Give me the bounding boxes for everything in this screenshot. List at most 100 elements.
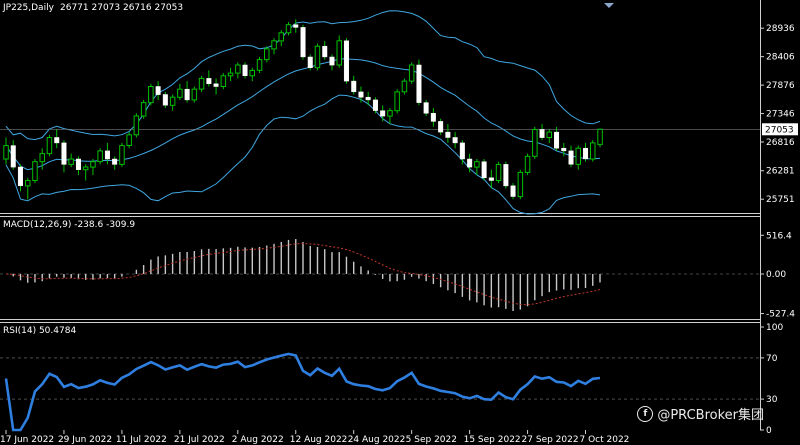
candle-body: [177, 88, 183, 98]
candle-body: [358, 91, 364, 98]
candle-body: [568, 150, 574, 165]
candle-body: [452, 137, 458, 144]
macd-y-tick-label: 0.00: [766, 270, 786, 280]
rsi-line: [4, 352, 601, 432]
candle-body: [430, 113, 436, 122]
candle-body: [3, 145, 9, 160]
bollinger-middle-band: [5, 58, 601, 171]
candle-body: [126, 134, 132, 147]
macd-y-tick-label: 516.4: [766, 231, 792, 241]
candle-body: [293, 24, 299, 28]
candle-body: [561, 147, 567, 152]
candle-body: [322, 45, 328, 58]
price-y-tick-label: 26281: [766, 167, 795, 177]
candle-body: [394, 91, 400, 112]
candle-body: [416, 64, 422, 103]
candle-body: [140, 102, 147, 117]
candle-body: [488, 177, 494, 181]
price-panel: [0, 10, 760, 215]
watermark-text: @PRCBroker集团: [657, 408, 764, 423]
candle-body: [474, 161, 480, 168]
candle-body: [590, 142, 596, 160]
rsi-panel-title: RSI(14) 50.4784: [3, 326, 76, 336]
candle-body: [517, 171, 524, 198]
rsi-y-tick-label: 100: [766, 323, 783, 333]
current-price-tag-label: 27053: [765, 125, 794, 135]
candle-body: [162, 94, 168, 106]
candle-body: [82, 166, 89, 171]
candle-body: [408, 64, 415, 82]
candle-body: [445, 131, 451, 138]
candle-body: [343, 40, 349, 82]
price-panel-title: JP225,Daily: [2, 3, 55, 13]
candle-body: [68, 158, 74, 165]
price-panel-ohlc: 26771 27073 26716 27053: [60, 3, 183, 13]
candle-body: [104, 150, 110, 160]
macd-y-tick-label: -527.4: [766, 310, 795, 320]
candle-body: [307, 56, 313, 68]
rsi-y-tick-label: 70: [766, 354, 778, 364]
x-axis-tick-label: 15 Sep 2022: [464, 435, 521, 445]
macd-panel: [0, 239, 760, 312]
candle-body: [438, 121, 444, 133]
candle-body: [554, 131, 560, 149]
candle-body: [198, 77, 205, 90]
x-axis-tick-label: 24 Aug 2022: [348, 435, 406, 445]
candle-body: [380, 110, 386, 117]
price-y-tick-label: 28406: [766, 53, 795, 63]
x-axis-tick-label: 12 Aug 2022: [290, 435, 348, 445]
candle-body: [401, 80, 408, 93]
candle-body: [97, 150, 103, 163]
candle-body: [285, 24, 292, 34]
x-axis-tick-label: 7 Oct 2022: [580, 435, 630, 445]
candle-body: [75, 158, 81, 170]
candle-body: [191, 88, 198, 101]
candle-body: [314, 45, 321, 69]
candle-body: [510, 185, 516, 197]
candle-body: [249, 69, 255, 77]
macd-panel-title: MACD(12,26,9) -238.6 -309.9: [3, 220, 135, 230]
chart-shift-marker[interactable]: [604, 3, 614, 8]
candle-body: [155, 86, 161, 95]
x-axis-tick-label: 17 Jun 2022: [0, 435, 54, 445]
candle-body: [459, 142, 465, 160]
candle-body: [372, 99, 378, 111]
candle-body: [365, 96, 371, 101]
price-y-tick-label: 27346: [766, 110, 795, 120]
candle-body: [256, 59, 263, 71]
candle-body: [524, 155, 531, 173]
candle-body: [220, 75, 227, 88]
candle-body: [495, 163, 502, 181]
candle-body: [539, 129, 545, 138]
candle-body: [46, 137, 53, 155]
price-y-tick-label: 26816: [766, 138, 795, 148]
candle-body: [133, 115, 140, 136]
candle-body: [264, 48, 270, 61]
chart-canvas: JP225,Daily 26771 27073 26716 27053 MACD…: [0, 0, 798, 445]
candle-body: [597, 128, 603, 145]
candle-body: [467, 158, 473, 168]
candle-body: [184, 88, 190, 101]
x-axis-tick-label: 29 Jun 2022: [58, 435, 112, 445]
candle-body: [300, 27, 306, 58]
candle-body: [583, 147, 589, 160]
candle-body: [278, 32, 284, 42]
candle-body: [423, 102, 429, 114]
price-y-tick-label: 27876: [766, 81, 795, 91]
price-y-tick-label: 25751: [766, 195, 795, 205]
axes: 25751 26281 26816 27346 27876 28406 28936 27053…: [0, 24, 798, 445]
candle-body: [90, 161, 96, 168]
candle-body: [169, 96, 176, 106]
candle-body: [25, 180, 31, 187]
candle-body: [227, 72, 234, 77]
candle-body: [213, 83, 219, 87]
x-axis-tick-label: 11 Jul 2022: [116, 435, 167, 445]
candle-body: [148, 86, 154, 104]
candle-body: [61, 142, 67, 165]
candle-body: [329, 56, 335, 66]
candle-body: [112, 158, 118, 165]
candle-body: [54, 137, 60, 144]
candle-body: [387, 110, 393, 117]
watermark: f @PRCBroker集团: [637, 404, 764, 423]
candle-body: [39, 153, 45, 163]
